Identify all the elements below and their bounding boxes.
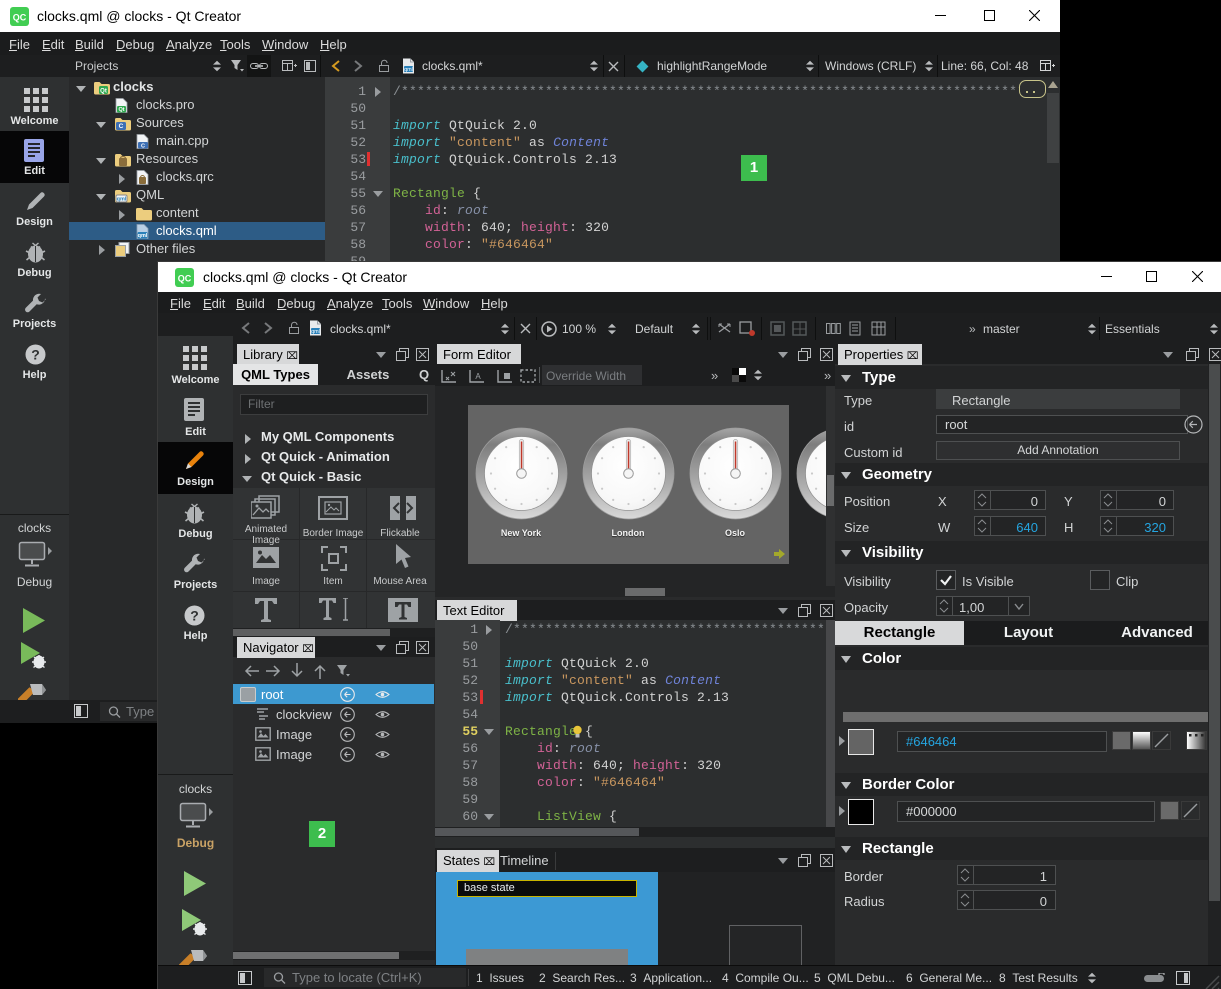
svg-text:?: ? — [31, 347, 40, 363]
svg-text:Qt: Qt — [100, 88, 107, 94]
svg-text:qml: qml — [404, 67, 413, 73]
svg-text:qml: qml — [138, 233, 148, 239]
svg-text:?: ? — [190, 608, 199, 624]
svg-text:C: C — [141, 143, 145, 149]
svg-text:A: A — [475, 372, 481, 381]
svg-text:Qt: Qt — [118, 107, 124, 113]
svg-text:qml: qml — [117, 197, 127, 203]
svg-text:QC: QC — [13, 13, 27, 23]
svg-text:QC: QC — [178, 274, 192, 284]
svg-text:C: C — [119, 123, 124, 130]
svg-text:qml: qml — [311, 329, 320, 335]
